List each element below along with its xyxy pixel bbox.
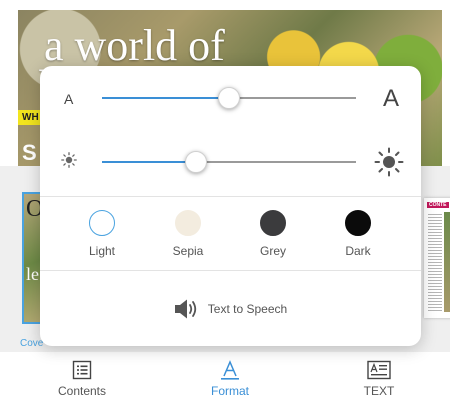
theme-row: Light Sepia Grey Dark (40, 196, 421, 271)
theme-sepia-swatch (175, 210, 201, 236)
format-a-icon (221, 360, 239, 380)
font-size-large-label: A (382, 85, 399, 112)
sun-small-icon (61, 152, 77, 168)
brightness-slider-track (196, 161, 356, 163)
theme-light-label: Light (88, 244, 116, 258)
sun-large-icon (374, 147, 404, 177)
text-view-icon (367, 360, 391, 380)
theme-dark-label: Dark (345, 244, 371, 258)
font-size-slider-fill (102, 97, 229, 99)
brightness-slider-thumb[interactable] (185, 151, 207, 173)
tab-label-contents: Contents (57, 384, 107, 398)
text-to-speech-row: Text to Speech (40, 271, 421, 346)
tab-contents[interactable]: Contents (37, 352, 127, 398)
thumbnail-contents-header: CONTE (427, 202, 449, 208)
font-size-small-label: A (64, 91, 74, 107)
format-popover: A A Light Sepia Grey Dark Text to Speech (40, 66, 421, 346)
font-size-slider[interactable] (102, 87, 356, 109)
theme-grey-swatch (260, 210, 286, 236)
speaker-icon (174, 299, 196, 318)
cover-tag: WH (18, 110, 43, 125)
thumbnail-image (444, 212, 450, 312)
page-thumbnail-contents[interactable]: CONTE (424, 198, 450, 318)
font-size-slider-track (229, 97, 356, 99)
brightness-row (40, 130, 421, 197)
theme-dark-option[interactable]: Dark (323, 210, 393, 258)
brightness-slider-fill (102, 161, 196, 163)
tab-format[interactable]: Format (185, 352, 275, 398)
tab-label-format: Format (210, 384, 249, 398)
list-icon (72, 360, 92, 380)
theme-sepia-label: Sepia (172, 244, 204, 258)
cover-side-letter: S (22, 140, 37, 165)
font-size-slider-thumb[interactable] (218, 87, 240, 109)
tab-label-text: TEXT (363, 384, 395, 398)
theme-sepia-option[interactable]: Sepia (153, 210, 223, 258)
bottom-tab-bar: Contents Format TEXT (0, 352, 450, 401)
theme-light-option[interactable]: Light (67, 210, 137, 258)
theme-grey-label: Grey (259, 244, 286, 258)
brightness-slider[interactable] (102, 151, 356, 173)
font-size-row: A A (40, 66, 421, 130)
theme-light-swatch (89, 210, 115, 236)
thumbnail-headline: le (26, 264, 39, 284)
theme-dark-swatch (345, 210, 371, 236)
theme-grey-option[interactable]: Grey (238, 210, 308, 258)
text-to-speech-button[interactable]: Text to Speech (40, 271, 421, 346)
thumbnail-text-column (428, 212, 442, 312)
text-to-speech-label: Text to Speech (207, 301, 288, 316)
tab-text[interactable]: TEXT (334, 352, 424, 398)
